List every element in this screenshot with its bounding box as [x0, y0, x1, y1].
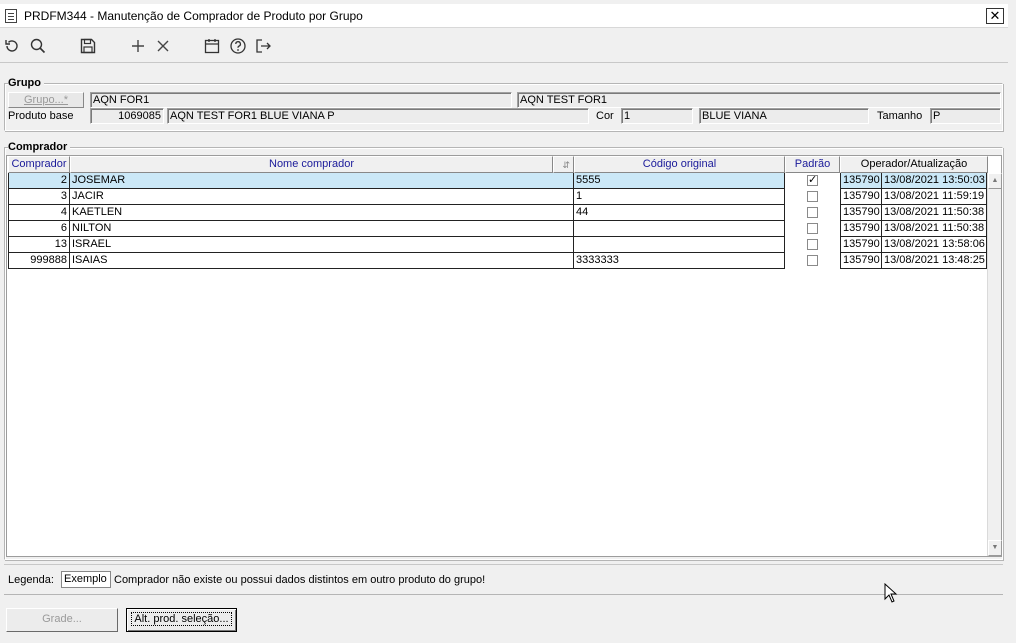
cell-data[interactable]: 13/08/2021 11:50:38 — [882, 205, 987, 221]
toolbar-separator — [0, 62, 1008, 63]
cell-codigo[interactable]: 1 — [574, 189, 785, 205]
cell-codigo[interactable]: 44 — [574, 205, 785, 221]
cell-padrao — [785, 237, 840, 253]
cell-nome[interactable]: JACIR — [70, 189, 574, 205]
add-icon[interactable] — [128, 36, 148, 56]
grupo-code-field[interactable]: AQN FOR1 — [90, 92, 512, 108]
cell-codigo[interactable]: 5555 — [574, 173, 785, 189]
table-row[interactable]: 3 JACIR 1 135790 13/08/2021 11:59:19 — [7, 189, 989, 205]
legend-label: Legenda: — [8, 574, 54, 586]
cell-operador[interactable]: 135790 — [840, 253, 882, 269]
padrao-checkbox[interactable] — [807, 223, 818, 234]
cell-padrao — [785, 189, 840, 205]
help-icon[interactable] — [228, 36, 248, 56]
col-header-codigo[interactable]: Código original — [574, 156, 785, 173]
scroll-down-icon[interactable]: ▼ — [988, 540, 1002, 556]
cell-data[interactable]: 13/08/2021 11:50:38 — [882, 221, 987, 237]
tamanho-field[interactable]: P — [930, 108, 1001, 124]
search-icon[interactable] — [28, 36, 48, 56]
cell-codigo[interactable] — [574, 221, 785, 237]
table-row[interactable]: 999888 ISAIAS 3333333 135790 13/08/2021 … — [7, 253, 989, 269]
cell-data[interactable]: 13/08/2021 11:59:19 — [882, 189, 987, 205]
cor-desc-field[interactable]: BLUE VIANA — [699, 108, 869, 124]
grade-button[interactable]: Grade... — [6, 608, 118, 632]
window-title: PRDFM344 - Manutenção de Comprador de Pr… — [24, 9, 363, 23]
cell-operador[interactable]: 135790 — [840, 205, 882, 221]
table-row[interactable]: 6 NILTON 135790 13/08/2021 11:50:38 — [7, 221, 989, 237]
legend-text: Comprador não existe ou possui dados dis… — [114, 574, 486, 586]
table-row[interactable]: 13 ISRAEL 135790 13/08/2021 13:58:06 — [7, 237, 989, 253]
sort-icon: ⇵ — [562, 160, 570, 170]
cell-nome[interactable]: ISRAEL — [70, 237, 574, 253]
table-row[interactable]: 2 JOSEMAR 5555 135790 13/08/2021 13:50:0… — [7, 173, 989, 189]
cell-nome[interactable]: KAETLEN — [70, 205, 574, 221]
calendar-icon[interactable] — [202, 36, 222, 56]
alt-prod-selecao-label: Alt. prod. seleção... — [131, 612, 232, 626]
col-header-nome[interactable]: Nome comprador — [70, 156, 553, 173]
cell-operador[interactable]: 135790 — [840, 221, 882, 237]
cell-comprador[interactable]: 2 — [8, 173, 70, 189]
col-header-padrao[interactable]: Padrão — [785, 156, 840, 173]
cell-codigo[interactable]: 3333333 — [574, 253, 785, 269]
grupo-button[interactable]: Grupo...* — [8, 92, 84, 108]
produto-code-field[interactable]: 1069085 — [90, 108, 164, 124]
app-document-icon — [5, 9, 17, 23]
padrao-checkbox[interactable] — [807, 173, 818, 188]
cor-label: Cor — [596, 110, 614, 122]
comprador-grid: Comprador Nome comprador ⇵ Código origin… — [6, 155, 1002, 557]
grupo-section-label: Grupo — [8, 77, 44, 89]
col-header-operador[interactable]: Operador/Atualização — [840, 156, 988, 173]
refresh-icon[interactable] — [2, 36, 22, 56]
cell-nome[interactable]: JOSEMAR — [70, 173, 574, 189]
padrao-checkbox[interactable] — [807, 239, 818, 250]
cell-data[interactable]: 13/08/2021 13:48:25 — [882, 253, 987, 269]
padrao-checkbox[interactable] — [807, 207, 818, 218]
toolbar — [0, 29, 1008, 61]
cell-codigo[interactable] — [574, 237, 785, 253]
cell-operador[interactable]: 135790 — [840, 189, 882, 205]
cell-padrao — [785, 173, 840, 189]
comprador-section-label: Comprador — [8, 141, 71, 153]
cell-data[interactable]: 13/08/2021 13:58:06 — [882, 237, 987, 253]
mouse-cursor-icon — [884, 582, 898, 606]
cell-comprador[interactable]: 999888 — [8, 253, 70, 269]
delete-icon[interactable] — [153, 36, 173, 56]
sort-toggle[interactable]: ⇵ — [553, 156, 574, 173]
tamanho-label: Tamanho — [877, 110, 923, 122]
legend-example-box: Exemplo — [61, 571, 111, 588]
produto-desc-field[interactable]: AQN TEST FOR1 BLUE VIANA P — [167, 108, 589, 124]
cell-comprador[interactable]: 3 — [8, 189, 70, 205]
alt-prod-selecao-button[interactable]: Alt. prod. seleção... — [126, 608, 237, 632]
cell-operador[interactable]: 135790 — [840, 173, 882, 189]
exit-icon[interactable] — [253, 36, 273, 56]
cell-nome[interactable]: NILTON — [70, 221, 574, 237]
save-icon[interactable] — [78, 36, 98, 56]
cell-nome[interactable]: ISAIAS — [70, 253, 574, 269]
cell-comprador[interactable]: 13 — [8, 237, 70, 253]
padrao-checkbox[interactable] — [807, 255, 818, 266]
col-header-comprador[interactable]: Comprador — [8, 156, 70, 173]
cell-comprador[interactable]: 6 — [8, 221, 70, 237]
grupo-desc-field[interactable]: AQN TEST FOR1 — [517, 92, 1001, 108]
cor-code-field[interactable]: 1 — [621, 108, 693, 124]
cell-comprador[interactable]: 4 — [8, 205, 70, 221]
cell-data[interactable]: 13/08/2021 13:50:03 — [882, 173, 987, 189]
produto-base-label: Produto base — [8, 110, 74, 122]
title-bar: PRDFM344 - Manutenção de Comprador de Pr… — [0, 4, 1008, 28]
cell-operador[interactable]: 135790 — [840, 237, 882, 253]
padrao-checkbox[interactable] — [807, 191, 818, 202]
cell-padrao — [785, 205, 840, 221]
cell-padrao — [785, 221, 840, 237]
close-button[interactable]: ✕ — [986, 8, 1004, 24]
grid-header: Comprador Nome comprador ⇵ Código origin… — [7, 156, 989, 173]
cell-padrao — [785, 253, 840, 269]
scroll-up-icon[interactable]: ▲ — [988, 173, 1002, 189]
vertical-scrollbar[interactable]: ▲ ▼ — [987, 173, 1002, 556]
table-row[interactable]: 4 KAETLEN 44 135790 13/08/2021 11:50:38 — [7, 205, 989, 221]
